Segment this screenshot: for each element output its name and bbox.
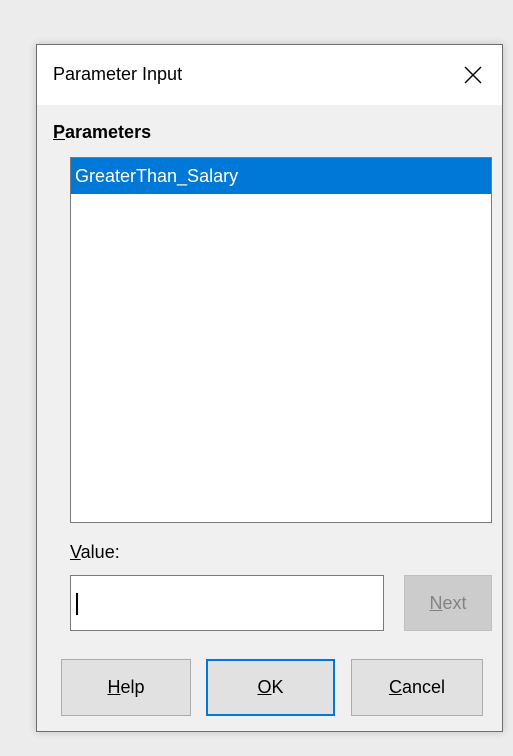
value-label-rest: alue:	[80, 542, 120, 562]
next-button-accel: N	[429, 592, 443, 613]
help-button-accel: H	[107, 677, 121, 697]
cancel-button-accel: C	[388, 677, 402, 697]
parameters-list[interactable]: GreaterThan_Salary	[70, 157, 492, 523]
help-button[interactable]: Help	[61, 659, 191, 716]
value-label-accel: V	[70, 542, 81, 562]
list-item[interactable]: GreaterThan_Salary	[71, 158, 491, 194]
dialog-title: Parameter Input	[53, 64, 183, 84]
cancel-button[interactable]: Cancel	[351, 659, 483, 716]
value-label: Value:	[70, 542, 120, 563]
parameters-label-rest: arameters	[65, 122, 152, 142]
close-button[interactable]	[444, 45, 502, 105]
next-button[interactable]: Next	[404, 575, 492, 631]
cancel-button-rest: ancel	[401, 677, 446, 697]
ok-button[interactable]: OK	[206, 659, 335, 716]
ok-button-accel: O	[257, 677, 272, 697]
ok-button-rest: K	[271, 677, 284, 697]
help-button-rest: elp	[120, 677, 145, 697]
next-button-rest: ext	[442, 592, 467, 613]
close-icon	[464, 66, 482, 84]
text-caret	[76, 593, 78, 615]
parameter-input-dialog: Parameter Input Parameters GreaterThan_S…	[36, 44, 503, 732]
parameters-label-accel: P	[53, 122, 66, 142]
title-bar: Parameter Input	[37, 45, 502, 105]
parameters-label: Parameters	[53, 122, 151, 143]
value-input[interactable]	[70, 575, 384, 631]
